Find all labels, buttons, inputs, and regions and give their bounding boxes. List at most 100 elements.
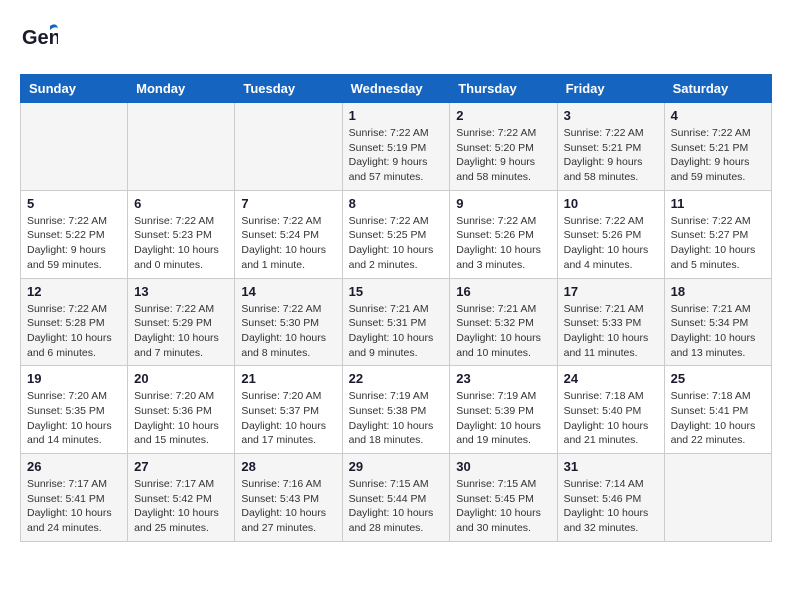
calendar-week-4: 19 Sunrise: 7:20 AM Sunset: 5:35 PM Dayli… xyxy=(21,366,772,454)
day-number: 4 xyxy=(671,108,765,123)
day-number: 14 xyxy=(241,284,335,299)
calendar-cell: 6 Sunrise: 7:22 AM Sunset: 5:23 PM Daylig… xyxy=(128,190,235,278)
calendar-cell xyxy=(235,103,342,191)
day-number: 18 xyxy=(671,284,765,299)
logo: General xyxy=(20,20,58,58)
calendar-cell: 11 Sunrise: 7:22 AM Sunset: 5:27 PM Dayli… xyxy=(664,190,771,278)
day-number: 5 xyxy=(27,196,121,211)
day-number: 2 xyxy=(456,108,550,123)
day-number: 28 xyxy=(241,459,335,474)
day-number: 13 xyxy=(134,284,228,299)
day-info: Sunrise: 7:22 AM Sunset: 5:21 PM Dayligh… xyxy=(671,126,765,185)
day-number: 1 xyxy=(349,108,444,123)
day-info: Sunrise: 7:22 AM Sunset: 5:26 PM Dayligh… xyxy=(564,214,658,273)
day-info: Sunrise: 7:20 AM Sunset: 5:35 PM Dayligh… xyxy=(27,389,121,448)
calendar-cell: 24 Sunrise: 7:18 AM Sunset: 5:40 PM Dayli… xyxy=(557,366,664,454)
day-info: Sunrise: 7:22 AM Sunset: 5:20 PM Dayligh… xyxy=(456,126,550,185)
calendar-cell xyxy=(664,454,771,542)
day-number: 17 xyxy=(564,284,658,299)
day-number: 11 xyxy=(671,196,765,211)
day-info: Sunrise: 7:22 AM Sunset: 5:23 PM Dayligh… xyxy=(134,214,228,273)
calendar-cell: 30 Sunrise: 7:15 AM Sunset: 5:45 PM Dayli… xyxy=(450,454,557,542)
weekday-header-row: SundayMondayTuesdayWednesdayThursdayFrid… xyxy=(21,75,772,103)
calendar-cell: 22 Sunrise: 7:19 AM Sunset: 5:38 PM Dayli… xyxy=(342,366,450,454)
calendar-cell: 27Sunrise: 7:17 AM Sunset: 5:42 PM Dayli… xyxy=(128,454,235,542)
day-info: Sunrise: 7:22 AM Sunset: 5:28 PM Dayligh… xyxy=(27,302,121,361)
calendar-week-5: 26 Sunrise: 7:17 AM Sunset: 5:41 PM Dayli… xyxy=(21,454,772,542)
day-info: Sunrise: 7:22 AM Sunset: 5:24 PM Dayligh… xyxy=(241,214,335,273)
day-number: 25 xyxy=(671,371,765,386)
calendar-cell: 21 Sunrise: 7:20 AM Sunset: 5:37 PM Dayli… xyxy=(235,366,342,454)
day-number: 29 xyxy=(349,459,444,474)
day-number: 20 xyxy=(134,371,228,386)
day-info: Sunrise: 7:22 AM Sunset: 5:22 PM Dayligh… xyxy=(27,214,121,273)
day-info: Sunrise: 7:21 AM Sunset: 5:31 PM Dayligh… xyxy=(349,302,444,361)
calendar-week-3: 12 Sunrise: 7:22 AM Sunset: 5:28 PM Dayli… xyxy=(21,278,772,366)
calendar-week-1: 1 Sunrise: 7:22 AM Sunset: 5:19 PM Daylig… xyxy=(21,103,772,191)
day-number: 21 xyxy=(241,371,335,386)
day-info: Sunrise: 7:22 AM Sunset: 5:26 PM Dayligh… xyxy=(456,214,550,273)
calendar-cell xyxy=(21,103,128,191)
day-number: 16 xyxy=(456,284,550,299)
day-number: 12 xyxy=(27,284,121,299)
day-info: Sunrise: 7:17 AM Sunset: 5:42 PM Dayligh… xyxy=(134,477,228,536)
day-info: Sunrise: 7:18 AM Sunset: 5:40 PM Dayligh… xyxy=(564,389,658,448)
day-info: Sunrise: 7:20 AM Sunset: 5:36 PM Dayligh… xyxy=(134,389,228,448)
calendar-cell: 13Sunrise: 7:22 AM Sunset: 5:29 PM Dayli… xyxy=(128,278,235,366)
day-info: Sunrise: 7:19 AM Sunset: 5:38 PM Dayligh… xyxy=(349,389,444,448)
weekday-header-tuesday: Tuesday xyxy=(235,75,342,103)
day-number: 31 xyxy=(564,459,658,474)
calendar-cell: 17 Sunrise: 7:21 AM Sunset: 5:33 PM Dayli… xyxy=(557,278,664,366)
calendar-cell: 4 Sunrise: 7:22 AM Sunset: 5:21 PM Daylig… xyxy=(664,103,771,191)
day-number: 24 xyxy=(564,371,658,386)
calendar-cell: 9 Sunrise: 7:22 AM Sunset: 5:26 PM Daylig… xyxy=(450,190,557,278)
weekday-header-wednesday: Wednesday xyxy=(342,75,450,103)
calendar-cell: 3Sunrise: 7:22 AM Sunset: 5:21 PM Daylig… xyxy=(557,103,664,191)
calendar-cell: 26 Sunrise: 7:17 AM Sunset: 5:41 PM Dayli… xyxy=(21,454,128,542)
day-info: Sunrise: 7:20 AM Sunset: 5:37 PM Dayligh… xyxy=(241,389,335,448)
calendar-cell: 28 Sunrise: 7:16 AM Sunset: 5:43 PM Dayli… xyxy=(235,454,342,542)
calendar-cell: 12 Sunrise: 7:22 AM Sunset: 5:28 PM Dayli… xyxy=(21,278,128,366)
calendar-cell: 14 Sunrise: 7:22 AM Sunset: 5:30 PM Dayli… xyxy=(235,278,342,366)
day-info: Sunrise: 7:21 AM Sunset: 5:33 PM Dayligh… xyxy=(564,302,658,361)
day-number: 26 xyxy=(27,459,121,474)
svg-text:General: General xyxy=(22,27,58,49)
day-info: Sunrise: 7:22 AM Sunset: 5:27 PM Dayligh… xyxy=(671,214,765,273)
weekday-header-friday: Friday xyxy=(557,75,664,103)
calendar-cell: 2 Sunrise: 7:22 AM Sunset: 5:20 PM Daylig… xyxy=(450,103,557,191)
calendar-cell: 23 Sunrise: 7:19 AM Sunset: 5:39 PM Dayli… xyxy=(450,366,557,454)
calendar-cell: 29 Sunrise: 7:15 AM Sunset: 5:44 PM Dayli… xyxy=(342,454,450,542)
day-info: Sunrise: 7:22 AM Sunset: 5:30 PM Dayligh… xyxy=(241,302,335,361)
page-header: General xyxy=(20,20,772,58)
day-number: 23 xyxy=(456,371,550,386)
day-info: Sunrise: 7:22 AM Sunset: 5:21 PM Dayligh… xyxy=(564,126,658,185)
day-info: Sunrise: 7:22 AM Sunset: 5:25 PM Dayligh… xyxy=(349,214,444,273)
day-info: Sunrise: 7:18 AM Sunset: 5:41 PM Dayligh… xyxy=(671,389,765,448)
calendar-cell: 19 Sunrise: 7:20 AM Sunset: 5:35 PM Dayli… xyxy=(21,366,128,454)
calendar-cell: 18Sunrise: 7:21 AM Sunset: 5:34 PM Dayli… xyxy=(664,278,771,366)
day-info: Sunrise: 7:15 AM Sunset: 5:45 PM Dayligh… xyxy=(456,477,550,536)
calendar-cell: 1 Sunrise: 7:22 AM Sunset: 5:19 PM Daylig… xyxy=(342,103,450,191)
day-info: Sunrise: 7:19 AM Sunset: 5:39 PM Dayligh… xyxy=(456,389,550,448)
day-info: Sunrise: 7:15 AM Sunset: 5:44 PM Dayligh… xyxy=(349,477,444,536)
day-number: 30 xyxy=(456,459,550,474)
day-number: 15 xyxy=(349,284,444,299)
calendar-cell: 15 Sunrise: 7:21 AM Sunset: 5:31 PM Dayli… xyxy=(342,278,450,366)
calendar-cell xyxy=(128,103,235,191)
day-info: Sunrise: 7:22 AM Sunset: 5:19 PM Dayligh… xyxy=(349,126,444,185)
day-number: 9 xyxy=(456,196,550,211)
day-info: Sunrise: 7:14 AM Sunset: 5:46 PM Dayligh… xyxy=(564,477,658,536)
calendar-cell: 20 Sunrise: 7:20 AM Sunset: 5:36 PM Dayli… xyxy=(128,366,235,454)
day-number: 8 xyxy=(349,196,444,211)
day-info: Sunrise: 7:16 AM Sunset: 5:43 PM Dayligh… xyxy=(241,477,335,536)
logo-icon: General xyxy=(20,20,58,58)
day-number: 6 xyxy=(134,196,228,211)
calendar-week-2: 5 Sunrise: 7:22 AM Sunset: 5:22 PM Daylig… xyxy=(21,190,772,278)
weekday-header-sunday: Sunday xyxy=(21,75,128,103)
day-info: Sunrise: 7:17 AM Sunset: 5:41 PM Dayligh… xyxy=(27,477,121,536)
calendar-cell: 10Sunrise: 7:22 AM Sunset: 5:26 PM Dayli… xyxy=(557,190,664,278)
calendar-cell: 7Sunrise: 7:22 AM Sunset: 5:24 PM Daylig… xyxy=(235,190,342,278)
day-number: 19 xyxy=(27,371,121,386)
weekday-header-saturday: Saturday xyxy=(664,75,771,103)
day-number: 22 xyxy=(349,371,444,386)
